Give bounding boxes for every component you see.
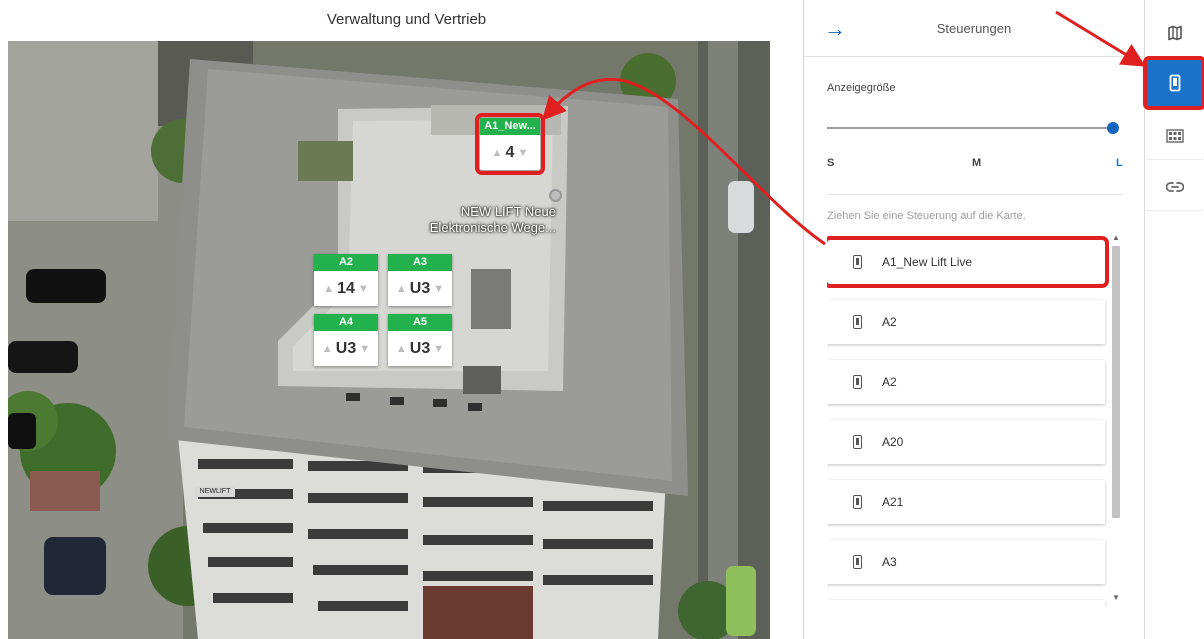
- floor-plan-button[interactable]: [1146, 112, 1203, 160]
- control-item[interactable]: A1_New Lift Live: [827, 236, 1109, 288]
- lift-card-name: A1_New...: [480, 118, 540, 135]
- arrow-up-icon[interactable]: ▲: [322, 343, 333, 355]
- control-item-label: A21: [882, 495, 904, 509]
- control-item[interactable]: A20: [827, 420, 1105, 464]
- building-sign: NEWLIFT: [195, 487, 235, 497]
- lift-floor: 4: [505, 143, 515, 161]
- lift-control-icon: [853, 315, 862, 329]
- lift-card-name: A5: [388, 314, 452, 331]
- lift-card-a5[interactable]: A5 ▲ U3 ▼: [388, 314, 452, 366]
- divider: [827, 194, 1123, 195]
- lift-card-name: A4: [314, 314, 378, 331]
- lift-card-name: A2: [314, 254, 378, 271]
- map-view-button[interactable]: [1146, 9, 1203, 57]
- size-option-m[interactable]: M: [972, 157, 981, 169]
- control-item-label: A3: [882, 555, 897, 569]
- lift-control-icon: [853, 555, 862, 569]
- controls-list[interactable]: A1_New Lift Live A2 A2 A20 A21 A3: [827, 230, 1131, 606]
- arrow-up-icon[interactable]: ▲: [396, 283, 407, 295]
- tool-rail: [1143, 0, 1204, 639]
- scroll-down-icon[interactable]: ▼: [1109, 592, 1123, 604]
- control-item[interactable]: A3: [827, 540, 1105, 584]
- control-item-label: A20: [882, 435, 904, 449]
- size-option-l[interactable]: L: [1116, 157, 1123, 169]
- control-item-label: A2: [882, 315, 897, 329]
- lift-control-icon: [853, 375, 862, 389]
- display-size-slider[interactable]: [827, 122, 1119, 134]
- arrow-down-icon[interactable]: ▼: [517, 147, 528, 159]
- map-poi-label[interactable]: NEW LIFT Neue Elektronische Wege...: [396, 204, 556, 236]
- lift-control-icon: [1169, 74, 1180, 91]
- poi-label-line-2: Elektronische Wege...: [429, 220, 556, 235]
- display-size-label: Anzeigegröße: [827, 82, 896, 94]
- arrow-down-icon[interactable]: ▼: [433, 343, 444, 355]
- control-item-label: A1_New Lift Live: [882, 255, 973, 269]
- location-pin-icon[interactable]: [549, 189, 562, 202]
- lift-floor: U3: [409, 279, 431, 297]
- arrow-down-icon[interactable]: ▼: [433, 283, 444, 295]
- lift-floor: U3: [409, 339, 431, 357]
- control-item-partial[interactable]: [827, 600, 1105, 606]
- lift-card-name: A3: [388, 254, 452, 271]
- lift-controls-button[interactable]: [1143, 56, 1204, 110]
- controls-panel: → Steuerungen Anzeigegröße S M L Ziehen …: [803, 0, 1144, 639]
- control-item-label: A2: [882, 375, 897, 389]
- panel-title: Steuerungen: [936, 21, 1012, 36]
- floor-grid-icon: [1165, 128, 1184, 143]
- map-icon: [1167, 25, 1182, 40]
- map-title: Verwaltung und Vertrieb: [326, 11, 487, 28]
- lift-control-icon: [853, 495, 862, 509]
- lift-control-icon: [853, 435, 862, 449]
- control-item[interactable]: A21: [827, 480, 1105, 524]
- link-button[interactable]: [1146, 163, 1203, 211]
- panel-header: → Steuerungen: [804, 0, 1144, 57]
- lift-card-a3[interactable]: A3 ▲ U3 ▼: [388, 254, 452, 306]
- drag-hint: Ziehen Sie eine Steuerung auf die Karte.: [827, 210, 1026, 222]
- lift-card-a1[interactable]: A1_New... ▲ 4 ▼: [475, 113, 545, 175]
- scrollbar-thumb[interactable]: [1112, 246, 1120, 518]
- controls-scrollbar[interactable]: ▲ ▼: [1109, 232, 1123, 604]
- lift-control-icon: [853, 255, 862, 269]
- lift-card-a4[interactable]: A4 ▲ U3 ▼: [314, 314, 378, 366]
- arrow-up-icon[interactable]: ▲: [323, 283, 334, 295]
- poi-label-line-1: NEW LIFT Neue: [460, 204, 556, 219]
- arrow-up-icon[interactable]: ▲: [396, 343, 407, 355]
- lift-card-a2[interactable]: A2 ▲ 14 ▼: [314, 254, 378, 306]
- arrow-down-icon[interactable]: ▼: [359, 343, 370, 355]
- aerial-map[interactable]: NEW LIFT Neue Elektronische Wege... NEWL…: [8, 41, 770, 639]
- control-item[interactable]: A2: [827, 360, 1105, 404]
- lift-floor: 14: [337, 279, 355, 297]
- size-option-s[interactable]: S: [827, 157, 834, 169]
- scroll-up-icon[interactable]: ▲: [1109, 232, 1123, 244]
- lift-floor: U3: [335, 339, 357, 357]
- arrow-up-icon[interactable]: ▲: [492, 147, 503, 159]
- link-icon: [1165, 181, 1184, 192]
- arrow-down-icon[interactable]: ▼: [358, 283, 369, 295]
- slider-thumb[interactable]: [1107, 122, 1119, 134]
- slider-track[interactable]: [827, 127, 1113, 129]
- control-item[interactable]: A2: [827, 300, 1105, 344]
